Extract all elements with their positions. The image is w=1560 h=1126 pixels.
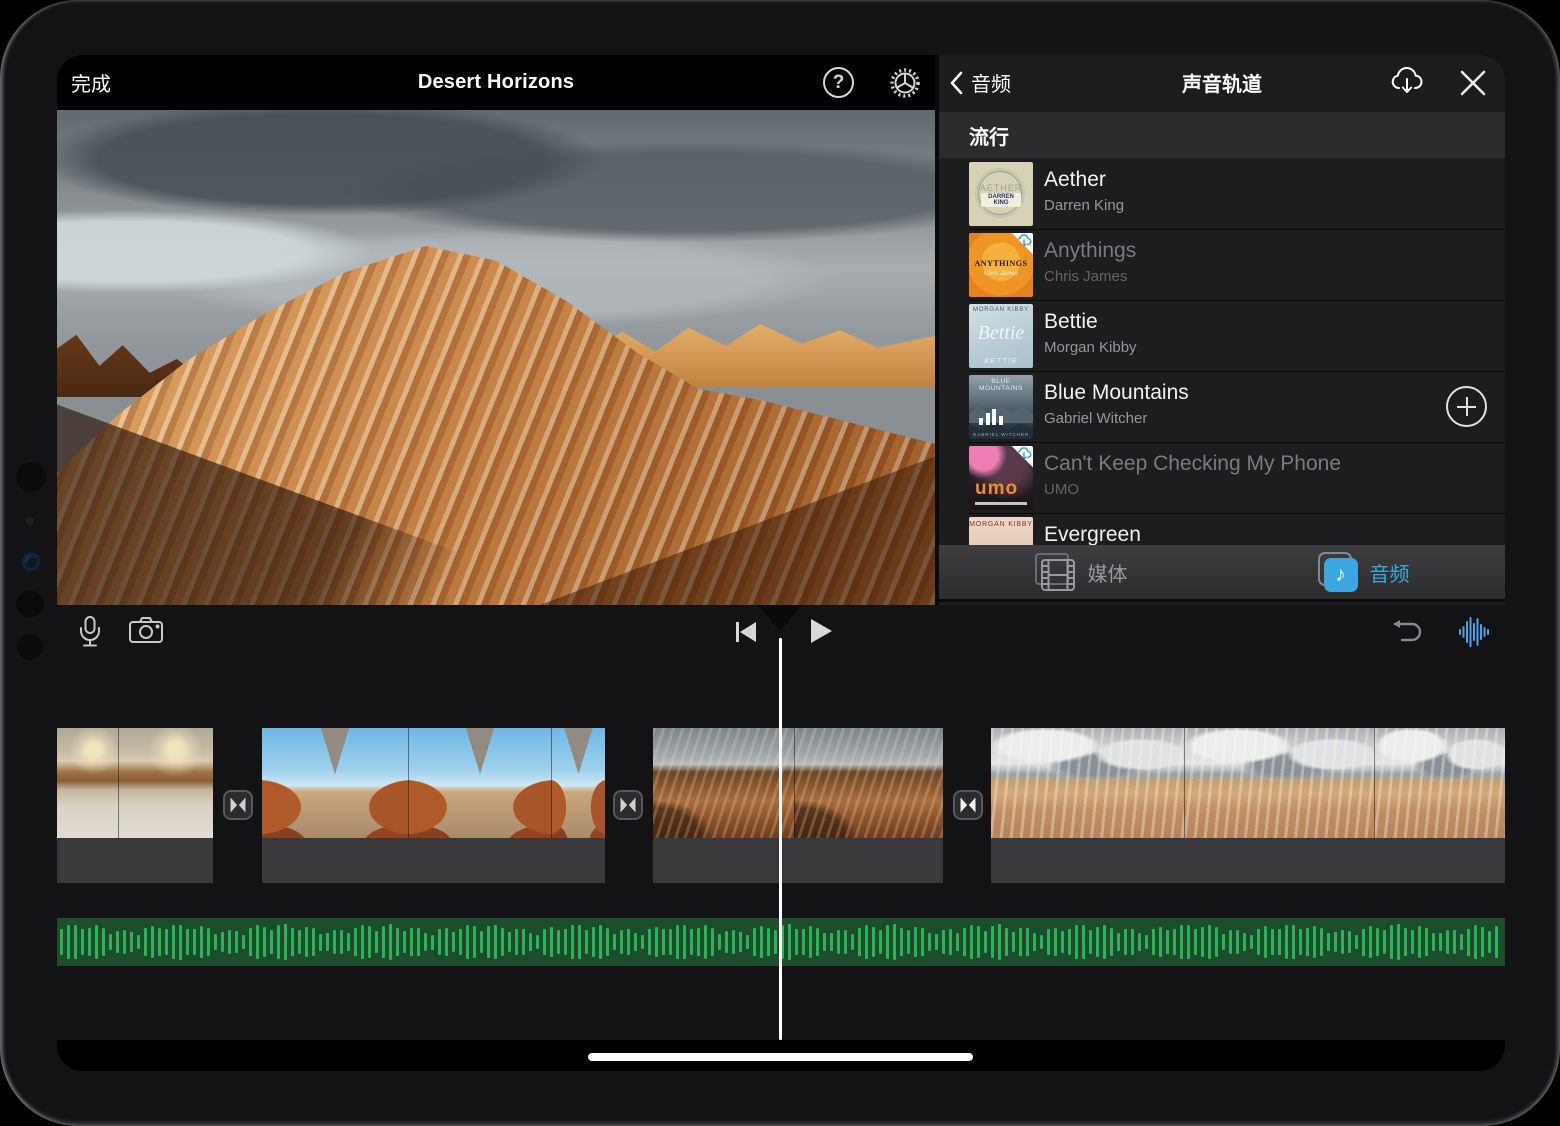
screenshot-root: { "app": { "done_label": "完成", "project_… (0, 0, 1560, 1126)
track-artist: Gabriel Witcher (1044, 410, 1148, 427)
album-art-anythings: ANYTHINGS Chris James (969, 233, 1033, 297)
genre-section-header: 流行 (939, 112, 1505, 158)
video-preview[interactable] (57, 110, 935, 605)
tab-audio-label: 音频 (1369, 563, 1410, 586)
album-art-umo: umo (969, 446, 1033, 510)
track-title: Anythings (1044, 239, 1137, 262)
track-list: AETHER DARREN KING Aether Darren King AN… (939, 158, 1505, 605)
media-audio-tab-bar: 媒体 ♪ 音频 (939, 545, 1505, 602)
transition-icon[interactable] (223, 790, 253, 820)
play-icon[interactable] (808, 617, 842, 651)
track-title: Bettie (1044, 310, 1098, 333)
track-row-bettie[interactable]: MORGAN KIBBY Bettie BETTIE Bettie Morgan… (939, 300, 1505, 371)
cloud-download-icon[interactable] (1390, 66, 1424, 98)
track-artist: Chris James (1044, 268, 1128, 285)
undo-icon[interactable] (1392, 619, 1426, 653)
equalizer-bars-icon (979, 409, 1003, 425)
front-camera-blue-lens (22, 553, 40, 571)
done-button[interactable]: 完成 (71, 55, 111, 110)
filmstrip-icon (1034, 553, 1075, 591)
playhead-notch (758, 605, 802, 631)
track-title: Aether (1044, 168, 1106, 191)
track-artist: Darren King (1044, 197, 1125, 214)
timeline-clip-rock-wave[interactable] (653, 728, 943, 883)
bezel-sensor-2 (17, 634, 43, 660)
track-title: Blue Mountains (1044, 381, 1189, 404)
track-title: Can't Keep Checking My Phone (1044, 452, 1342, 475)
album-art-aether: AETHER DARREN KING (969, 162, 1033, 226)
track-row-anythings[interactable]: ANYTHINGS Chris James Anythings Chris Ja… (939, 229, 1505, 300)
track-row-aether[interactable]: AETHER DARREN KING Aether Darren King (939, 158, 1505, 229)
front-camera-lens (16, 462, 46, 492)
clip-audio-strip (57, 838, 213, 883)
help-icon[interactable]: ? (823, 67, 854, 98)
download-badge-icon (1011, 233, 1033, 255)
close-icon[interactable] (1459, 69, 1487, 97)
tab-media[interactable]: 媒体 (939, 545, 1222, 599)
tab-audio[interactable]: ♪ 音频 (1222, 545, 1505, 599)
viewer-top-bar: Desert Horizons 完成 ? (57, 55, 935, 110)
clip-audio-strip (991, 838, 1505, 883)
download-badge-icon (1011, 446, 1033, 468)
bezel-sensor (16, 590, 44, 618)
timeline-clip-badlands[interactable] (991, 728, 1505, 883)
microphone-icon[interactable] (75, 615, 109, 649)
timeline-clip-salt-flats[interactable] (57, 728, 213, 883)
timeline (57, 605, 1505, 1071)
soundtracks-header: 音频 声音轨道 (939, 55, 1505, 110)
add-track-button[interactable] (1446, 386, 1487, 427)
settings-gear-icon[interactable] (888, 66, 922, 100)
track-title: Evergreen (1044, 523, 1141, 546)
music-note-icon: ♪ (1317, 552, 1358, 592)
timeline-clip-desert-road[interactable] (262, 728, 605, 883)
soundtracks-panel: 音频 声音轨道 流行 AETHER DARREN KING Aether Dar… (935, 55, 1505, 605)
home-indicator[interactable] (588, 1053, 973, 1061)
track-row-cant-keep[interactable]: umo Can't Keep Checking My Phone UMO (939, 442, 1505, 513)
camera-icon[interactable] (128, 615, 163, 649)
clip-audio-strip (262, 838, 605, 883)
track-artist: Morgan Kibby (1044, 339, 1137, 356)
clip-audio-strip (653, 838, 943, 883)
playhead[interactable] (778, 638, 782, 1040)
track-artist: UMO (1044, 481, 1079, 498)
transition-icon[interactable] (953, 790, 983, 820)
tab-media-label: 媒体 (1087, 563, 1128, 586)
transition-icon[interactable] (613, 790, 643, 820)
bezel-sensor-dot (26, 517, 34, 525)
project-title: Desert Horizons (417, 71, 575, 93)
audio-waveform-icon[interactable] (1458, 617, 1492, 651)
imovie-app-screen: Desert Horizons 完成 ? 音频 声音轨道 流行 AETHER D… (57, 55, 1505, 1071)
track-row-blue-mountains[interactable]: BLUE MOUNTAINS GABRIEL WITCHER Blue Moun… (939, 371, 1505, 442)
album-art-bettie: MORGAN KIBBY Bettie BETTIE (969, 304, 1033, 368)
album-art-blue-mountains: BLUE MOUNTAINS GABRIEL WITCHER (969, 375, 1033, 439)
